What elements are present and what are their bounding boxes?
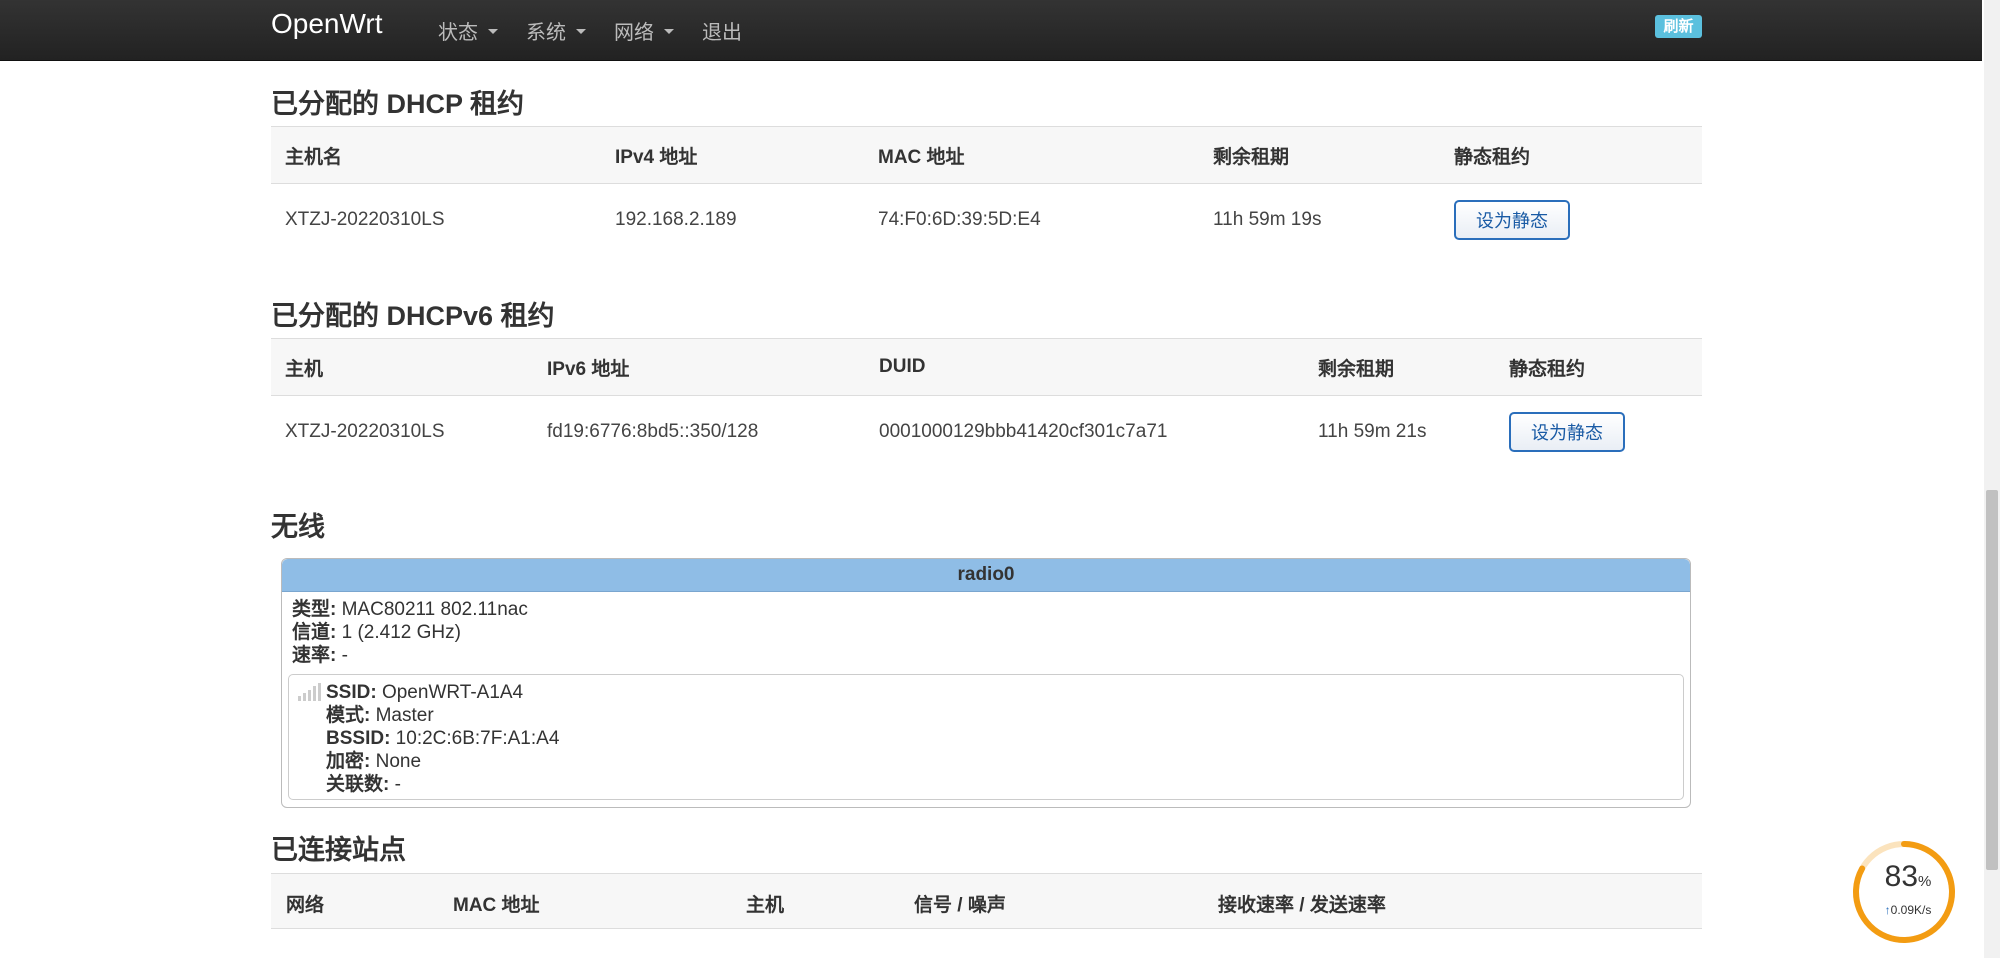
radio-rate-line: 速率: - [282,644,1690,667]
chevron-down-icon [488,28,498,34]
mac-cell: 74:F0:6D:39:5D:E4 [878,209,1041,230]
static-lease-cell: 设为静态 [1495,396,1702,469]
nav-menu-network-label: 网络 [614,21,654,44]
column-header: 静态租约 [1495,338,1702,396]
set-static-button[interactable]: 设为静态 [1454,200,1570,240]
column-header: 信号 / 噪声 [914,895,1006,916]
radio-rate-value: - [336,645,348,666]
lease-time-cell: 11h 59m 19s [1213,209,1322,230]
ipv6-cell: fd19:6776:8bd5::350/128 [547,421,759,442]
wireless-network-info: SSID: OpenWRT-A1A4 模式: Master BSSID: 10:… [326,681,559,796]
encryption-label: 加密: [326,751,371,772]
column-header: 主机 [271,338,533,396]
signal-strength-icon [298,683,321,701]
ssid-line: SSID: OpenWRT-A1A4 [326,681,559,704]
column-header: IPv4 地址 [601,126,864,184]
refresh-badge[interactable]: 刷新 [1655,15,1702,38]
column-header: 剩余租期 [1304,338,1495,396]
bssid-line: BSSID: 10:2C:6B:7F:A1:A4 [326,727,559,750]
radio-info: 类型: MAC80211 802.11nac 信道: 1 (2.412 GHz)… [282,592,1690,667]
brand-logo[interactable]: OpenWrt [271,8,383,40]
radio-type-value: MAC80211 802.11nac [336,599,528,620]
radio-type-line: 类型: MAC80211 802.11nac [282,598,1690,621]
dhcpv6-leases-table: 主机 IPv6 地址 DUID 剩余租期 静态租约 XTZJ-20220310L… [271,338,1702,468]
column-header: DUID [865,338,1304,396]
radio-rate-label: 速率: [292,645,337,666]
associations-value: - [389,774,401,795]
chevron-down-icon [664,28,674,34]
lease-time-cell: 11h 59m 21s [1318,421,1427,442]
table-header-row: 主机名 IPv4 地址 MAC 地址 剩余租期 静态租约 [271,126,1702,184]
duid-cell: 0001000129bbb41420cf301c7a71 [879,421,1168,442]
mode-line: 模式: Master [326,704,559,727]
gauge-percent-value: 83 [1884,860,1919,893]
bssid-value: 10:2C:6B:7F:A1:A4 [390,728,560,749]
radio-channel-line: 信道: 1 (2.412 GHz) [282,621,1690,644]
hostname-cell: XTZJ-20220310LS [285,209,445,230]
associations-line: 关联数: - [326,773,559,796]
radio-name: radio0 [282,559,1690,592]
column-header: 主机 [746,895,785,916]
dhcp-leases-table: 主机名 IPv4 地址 MAC 地址 剩余租期 静态租约 XTZJ-202203… [271,126,1702,256]
nav-menu-status[interactable]: 状态 [438,0,498,60]
column-header: IPv6 地址 [533,338,865,396]
chevron-down-icon [576,28,586,34]
encryption-value: None [370,751,422,772]
column-header: 静态租约 [1440,126,1702,184]
ssid-label: SSID: [326,682,377,703]
gauge-speed: ↑0.09K/s [1872,903,1944,917]
column-header: 主机名 [271,126,601,184]
set-static-button[interactable]: 设为静态 [1509,412,1625,452]
column-header: MAC 地址 [864,126,1199,184]
mode-value: Master [370,705,434,726]
connected-stations-title: 已连接站点 [271,835,406,865]
gauge-percent-unit: % [1918,873,1932,890]
host-cell: XTZJ-20220310LS [285,421,445,442]
wireless-title: 无线 [271,512,325,542]
nav-menu-system[interactable]: 系统 [526,0,586,60]
nav-menu-network[interactable]: 网络 [614,0,674,60]
nav-menu-status-label: 状态 [438,21,478,44]
mode-label: 模式: [326,705,371,726]
stations-table-header: 网络 MAC 地址 主机 信号 / 噪声 接收速率 / 发送速率 [271,873,1702,929]
scrollbar-thumb[interactable] [1986,490,1998,870]
radio-channel-value: 1 (2.412 GHz) [336,622,461,643]
top-navbar: OpenWrt 状态 系统 网络 退出 刷新 [0,0,2000,61]
nav-logout-label: 退出 [702,21,742,44]
nav-logout[interactable]: 退出 [702,0,742,60]
radio-panel: radio0 类型: MAC80211 802.11nac 信道: 1 (2.4… [281,558,1691,808]
dhcp-leases-title: 已分配的 DHCP 租约 [271,89,525,119]
radio-type-label: 类型: [292,599,337,620]
column-header: 剩余租期 [1199,126,1440,184]
associations-label: 关联数: [326,774,390,795]
nav-menu-system-label: 系统 [526,21,566,44]
encryption-line: 加密: None [326,750,559,773]
static-lease-cell: 设为静态 [1440,184,1702,257]
table-row: XTZJ-20220310LS fd19:6776:8bd5::350/128 … [271,396,1702,469]
table-header-row: 主机 IPv6 地址 DUID 剩余租期 静态租约 [271,338,1702,396]
bssid-label: BSSID: [326,728,391,749]
radio-channel-label: 信道: [292,622,337,643]
ipv4-cell: 192.168.2.189 [615,209,737,230]
column-header: 网络 [286,895,325,916]
gauge-speed-value: 0.09K/s [1890,903,1932,917]
wireless-network-panel: SSID: OpenWRT-A1A4 模式: Master BSSID: 10:… [288,674,1684,800]
column-header: 接收速率 / 发送速率 [1218,895,1386,916]
ssid-value: OpenWRT-A1A4 [376,682,524,703]
table-row: XTZJ-20220310LS 192.168.2.189 74:F0:6D:3… [271,184,1702,257]
column-header: MAC 地址 [453,895,540,916]
gauge-percent: 83% [1873,860,1943,894]
dhcpv6-leases-title: 已分配的 DHCPv6 租约 [271,301,555,331]
